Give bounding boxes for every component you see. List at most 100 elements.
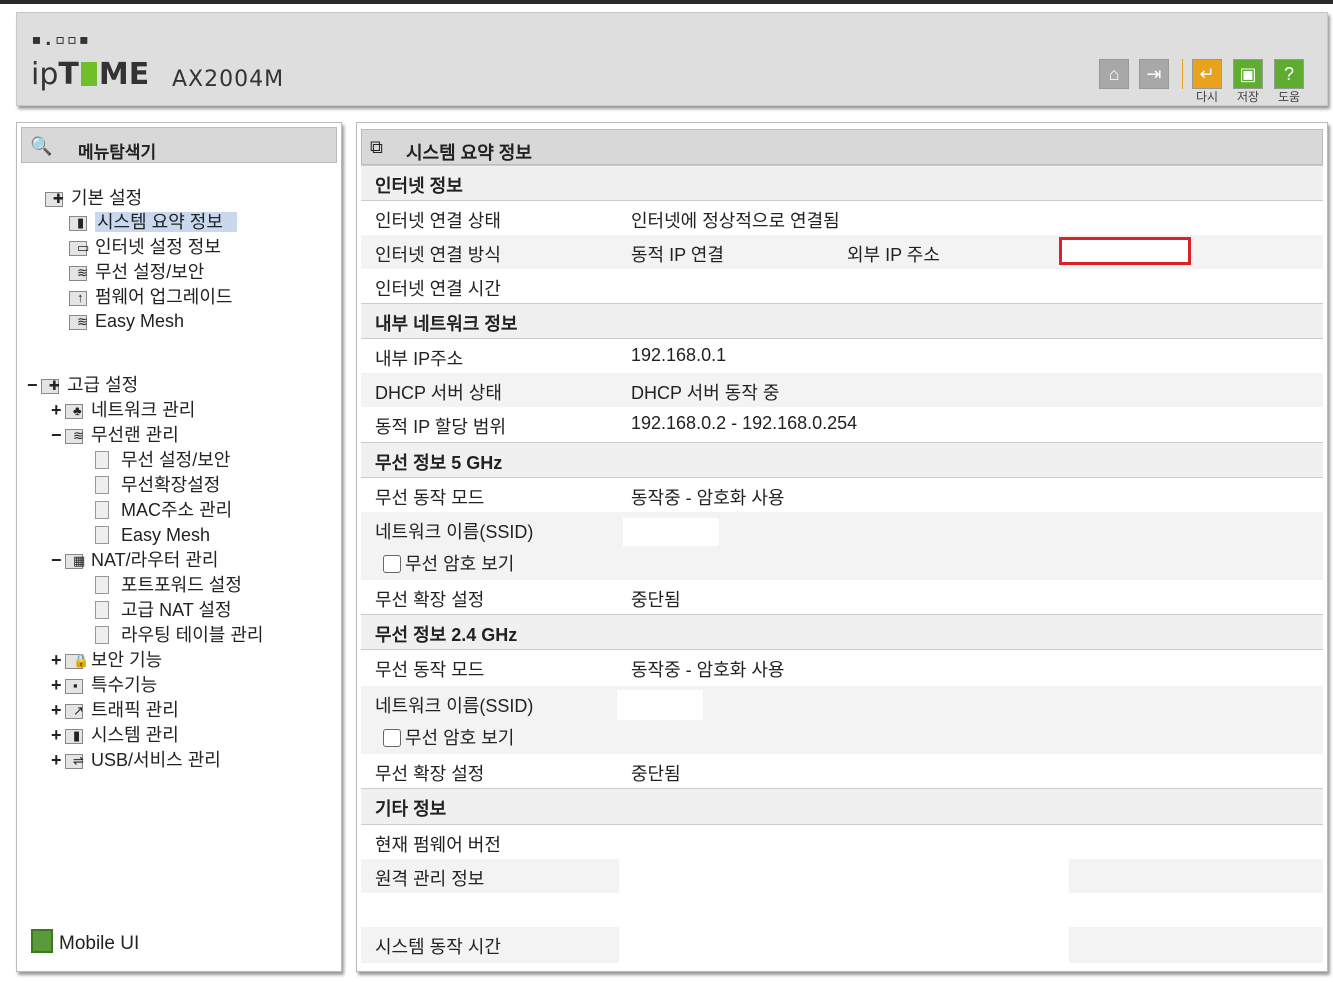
home-icon[interactable]: ⌂ xyxy=(1099,59,1129,89)
mobile-ui-link[interactable]: Mobile UI xyxy=(31,929,139,955)
top-border xyxy=(0,0,1333,4)
refresh-label[interactable]: 다시 xyxy=(1190,88,1224,105)
field-label: 내부 IP주소 xyxy=(375,349,464,369)
lock-icon xyxy=(65,652,89,669)
collapse-toggle[interactable]: − xyxy=(51,549,65,571)
field-value: DHCP 서버 동작 중 xyxy=(631,383,780,403)
menu-easy-mesh-label: Easy Mesh xyxy=(95,311,185,331)
menu-wireless-security[interactable]: 무선 설정/보안 xyxy=(69,261,204,283)
wifi-icon xyxy=(69,264,91,281)
iptime-logo: ipT ME xyxy=(31,57,149,92)
menu-network-management-label: 네트워크 관리 xyxy=(91,400,196,420)
row-lan-ip: 내부 IP주소 192.168.0.1 xyxy=(361,339,1323,373)
expand-toggle[interactable]: + xyxy=(51,674,65,696)
external-ip-label: 외부 IP 주소 xyxy=(847,245,940,265)
field-label: 무선 확장 설정 xyxy=(375,764,485,784)
row-wifi24-ext: 무선 확장 설정 중단됨 xyxy=(361,754,1323,788)
router-icon xyxy=(65,552,87,569)
menu-mac-management[interactable]: MAC주소 관리 xyxy=(95,499,232,521)
help-label[interactable]: 도움 xyxy=(1272,88,1306,105)
external-ip-redacted xyxy=(1059,237,1191,265)
row-dhcp: DHCP 서버 상태 DHCP 서버 동작 중 xyxy=(361,373,1323,407)
row-spacer xyxy=(361,893,1323,927)
menu-special-label: 특수기능 xyxy=(91,675,158,695)
menu-traffic[interactable]: + 트래픽 관리 xyxy=(51,699,179,721)
traffic-chart-icon xyxy=(65,702,87,719)
show-password-checkbox[interactable]: 무선 암호 보기 xyxy=(383,724,514,750)
page-icon xyxy=(95,601,109,619)
menu-basic-label: 기본 설정 xyxy=(71,188,143,208)
mobile-icon xyxy=(31,929,53,953)
menu-system-summary-label: 시스템 요약 정보 xyxy=(95,212,237,232)
field-label: 인터넷 연결 시간 xyxy=(375,279,501,299)
folder-plus-icon xyxy=(45,190,67,207)
menu-routing-table[interactable]: 라우팅 테이블 관리 xyxy=(95,624,263,646)
expand-toggle[interactable]: + xyxy=(51,399,65,421)
checkbox[interactable] xyxy=(383,729,401,747)
help-icon[interactable]: ? xyxy=(1274,59,1304,89)
menu-basic-settings[interactable]: 기본 설정 xyxy=(45,187,142,209)
menu-usb-service-label: USB/서비스 관리 xyxy=(91,750,221,770)
upgrade-icon xyxy=(69,289,91,306)
remote-info-redacted xyxy=(619,859,1069,893)
menu-wlan-security[interactable]: 무선 설정/보안 xyxy=(95,449,230,471)
menu-system[interactable]: + 시스템 관리 xyxy=(51,724,179,746)
menu-advanced-nat[interactable]: 고급 NAT 설정 xyxy=(95,599,232,621)
save-label[interactable]: 저장 xyxy=(1231,88,1265,105)
expand-toggle[interactable]: + xyxy=(51,649,65,671)
collapse-toggle[interactable]: − xyxy=(51,424,65,446)
menu-wlan-extension[interactable]: 무선확장설정 xyxy=(95,474,220,496)
row-wifi24-ssid: 네트워크 이름(SSID) 무선 암호 보기 xyxy=(361,686,1323,754)
menu-wlan-easy-mesh[interactable]: Easy Mesh xyxy=(95,524,210,546)
menu-nat-router-label: NAT/라우터 관리 xyxy=(91,550,219,570)
menu-special[interactable]: + 특수기능 xyxy=(51,674,157,696)
section-internet: 인터넷 정보 xyxy=(361,165,1323,201)
collapse-toggle[interactable]: − xyxy=(27,374,41,396)
section-title: 인터넷 정보 xyxy=(375,176,463,196)
menu-port-forward[interactable]: 포트포워드 설정 xyxy=(95,574,242,596)
show-password-checkbox[interactable]: 무선 암호 보기 xyxy=(383,550,514,576)
menu-firmware-upgrade[interactable]: 펌웨어 업그레이드 xyxy=(69,286,232,308)
bar-chart-icon xyxy=(65,727,87,744)
bar-chart-icon xyxy=(69,214,91,231)
menu-wlan-management-label: 무선랜 관리 xyxy=(91,425,179,445)
row-dhcp-range: 동적 IP 할당 범위 192.168.0.2 - 192.168.0.254 xyxy=(361,407,1323,442)
ssid-redacted xyxy=(623,518,719,546)
field-value: 동적 IP 연결 xyxy=(631,245,724,265)
page-icon xyxy=(95,626,109,644)
field-value: 동작중 - 암호화 사용 xyxy=(631,488,785,508)
menu-wlan-management[interactable]: − 무선랜 관리 xyxy=(51,424,179,446)
expand-toggle[interactable]: + xyxy=(51,749,65,771)
menu-nat-router[interactable]: − NAT/라우터 관리 xyxy=(51,549,218,571)
field-value: 중단됨 xyxy=(631,590,681,610)
field-label: 원격 관리 정보 xyxy=(375,869,485,889)
menu-wlan-security-label: 무선 설정/보안 xyxy=(121,450,231,470)
menu-firmware-upgrade-label: 펌웨어 업그레이드 xyxy=(95,287,233,307)
uptime-redacted xyxy=(619,927,1069,963)
menu-internet-settings[interactable]: 인터넷 설정 정보 xyxy=(69,236,221,258)
expand-toggle[interactable]: + xyxy=(51,699,65,721)
save-icon[interactable]: ▣ xyxy=(1233,59,1263,89)
menu-security[interactable]: + 보안 기능 xyxy=(51,649,162,671)
menu-network-management[interactable]: + 네트워크 관리 xyxy=(51,399,195,421)
menu-system-label: 시스템 관리 xyxy=(91,725,179,745)
menu-advanced-label: 고급 설정 xyxy=(67,375,139,395)
menu-usb-service[interactable]: + USB/서비스 관리 xyxy=(51,749,221,771)
checkbox[interactable] xyxy=(383,555,401,573)
field-label: 무선 동작 모드 xyxy=(375,660,485,680)
field-label: 시스템 동작 시간 xyxy=(375,937,501,957)
row-wifi24-mode: 무선 동작 모드 동작중 - 암호화 사용 xyxy=(361,650,1323,686)
expand-toggle[interactable]: + xyxy=(51,724,65,746)
field-label: 동적 IP 할당 범위 xyxy=(375,417,507,437)
field-value: 192.168.0.1 xyxy=(631,345,727,365)
menu-easy-mesh[interactable]: Easy Mesh xyxy=(69,310,184,332)
refresh-icon[interactable]: ↵ xyxy=(1192,59,1222,89)
menu-system-summary[interactable]: 시스템 요약 정보 xyxy=(69,211,237,233)
field-label: 무선 확장 설정 xyxy=(375,590,485,610)
row-uptime: 시스템 동작 시간 xyxy=(361,927,1323,963)
menu-advanced-settings[interactable]: − 고급 설정 xyxy=(27,374,138,396)
logo-mark: ▪.▫▫▪ xyxy=(31,29,91,50)
page-icon xyxy=(95,501,109,519)
field-value: 192.168.0.2 - 192.168.0.254 xyxy=(631,413,858,433)
logout-icon[interactable]: ⇥ xyxy=(1139,59,1169,89)
